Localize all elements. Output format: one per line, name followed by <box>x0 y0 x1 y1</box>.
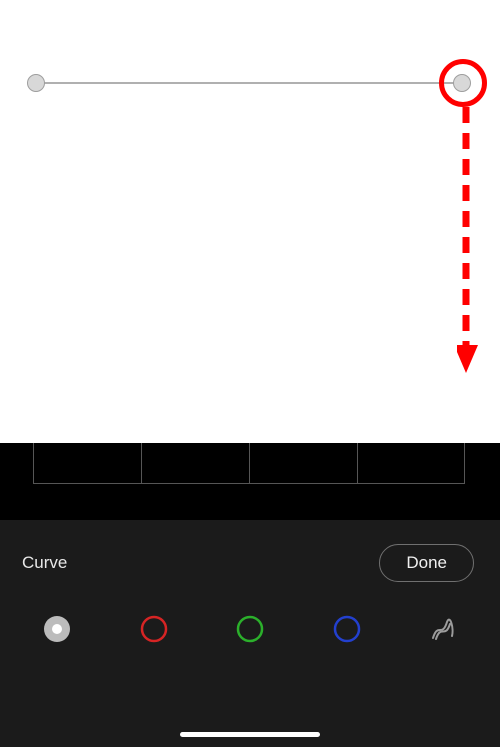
annotation-down-arrow <box>457 107 487 379</box>
parametric-icon <box>428 614 458 644</box>
home-indicator[interactable] <box>180 732 320 737</box>
histogram-grid-fragment <box>0 443 500 520</box>
curve-endpoint-right[interactable] <box>453 74 471 92</box>
red-circle-icon <box>140 615 168 643</box>
curve-canvas[interactable] <box>0 0 500 443</box>
green-channel-button[interactable] <box>235 614 265 644</box>
luma-channel-button[interactable] <box>42 614 72 644</box>
done-button[interactable]: Done <box>379 544 474 582</box>
curve-endpoint-left[interactable] <box>27 74 45 92</box>
grid-outline <box>33 443 465 484</box>
luma-icon <box>43 615 71 643</box>
panel-title: Curve <box>22 553 67 573</box>
parametric-curve-button[interactable] <box>428 614 458 644</box>
green-circle-icon <box>236 615 264 643</box>
grid-line <box>357 443 358 484</box>
grid-line <box>249 443 250 484</box>
blue-channel-button[interactable] <box>332 614 362 644</box>
grid-line <box>141 443 142 484</box>
panel-header: Curve Done <box>0 520 500 582</box>
curve-line-segment <box>35 82 463 84</box>
channel-selector-row <box>0 582 500 644</box>
curve-panel: Curve Done <box>0 520 500 747</box>
blue-circle-icon <box>333 615 361 643</box>
red-channel-button[interactable] <box>139 614 169 644</box>
